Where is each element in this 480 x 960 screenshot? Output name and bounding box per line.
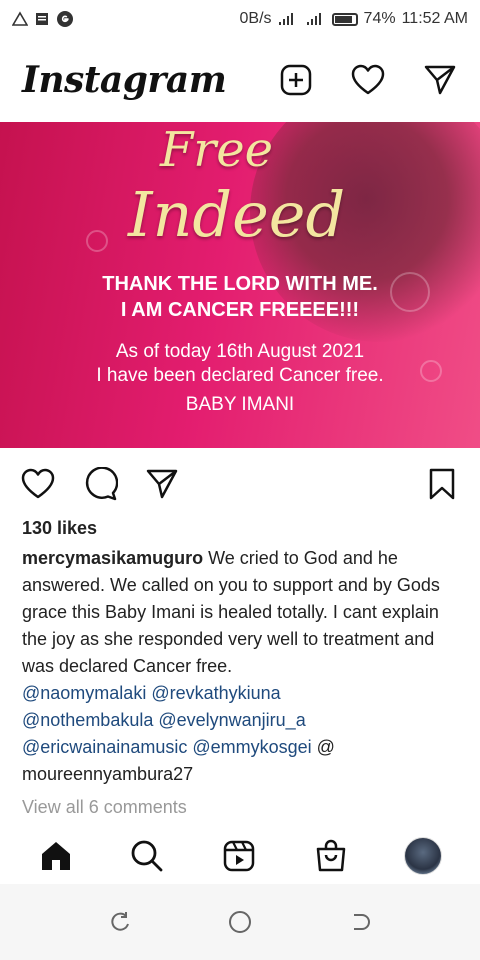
signal-icon-2 xyxy=(306,12,326,26)
clock: 11:52 AM xyxy=(401,10,468,27)
post-title-free: Free xyxy=(160,122,274,178)
view-all-comments-link[interactable]: View all 6 comments xyxy=(22,797,187,818)
mentions-line3-tail: @ xyxy=(311,737,335,757)
comment-icon[interactable] xyxy=(82,466,118,502)
post-thanks-line2: I AM CANCER FREEEE!!! xyxy=(120,299,360,321)
bottom-tab-bar xyxy=(0,828,480,884)
net-speed: 0B/s xyxy=(239,10,272,27)
like-heart-icon[interactable] xyxy=(20,466,56,502)
add-post-icon[interactable] xyxy=(278,62,314,98)
google-icon xyxy=(56,10,74,28)
profile-avatar[interactable] xyxy=(404,837,443,875)
home-icon[interactable] xyxy=(38,838,74,874)
bokeh-circle xyxy=(86,230,108,252)
shop-icon[interactable] xyxy=(313,838,349,874)
heart-icon[interactable] xyxy=(350,62,386,98)
reels-icon[interactable] xyxy=(221,838,257,874)
status-right-icons: 0B/s 74% 11:52 AM xyxy=(240,10,468,28)
post-caption: mercymasikamuguro We cried to God and he… xyxy=(22,545,462,788)
post-declared-line: I have been declared Cancer free. xyxy=(96,365,384,386)
mentions-line3[interactable]: @ericwainainamusic @emmykosgei xyxy=(22,737,312,757)
mentions-line4[interactable]: moureennyambura27 xyxy=(22,764,193,784)
app-header: Instagram xyxy=(0,44,480,116)
bookmark-icon[interactable] xyxy=(424,466,460,502)
recents-icon[interactable] xyxy=(102,904,138,940)
post-thanks-line1: THANK THE LORD WITH ME. xyxy=(102,273,378,295)
alert-icon xyxy=(12,11,28,27)
instagram-logo[interactable]: Instagram xyxy=(22,59,227,101)
post-date-line: As of today 16th August 2021 xyxy=(115,341,365,362)
home-circle-icon[interactable] xyxy=(222,904,258,940)
mentions-line2[interactable]: @nothembakula @evelynwanjiru_a xyxy=(22,710,306,730)
mentions-line1[interactable]: @naomymalaki @revkathykiuna xyxy=(22,683,281,703)
back-icon[interactable] xyxy=(342,904,378,940)
header-actions xyxy=(278,62,458,98)
post-actions-left xyxy=(20,466,180,502)
post-actions-right xyxy=(424,466,460,502)
caption-username[interactable]: mercymasikamuguro xyxy=(22,548,203,568)
direct-message-icon[interactable] xyxy=(422,62,458,98)
signal-icon xyxy=(278,12,300,26)
likes-count[interactable]: 130 likes xyxy=(22,518,97,539)
battery-percent: 74% xyxy=(363,10,396,27)
share-icon[interactable] xyxy=(144,466,180,502)
status-left-icons xyxy=(12,10,74,28)
post-title-indeed: Indeed xyxy=(128,178,346,251)
post-name-line: BABY IMANI xyxy=(185,394,295,415)
status-bar: 0B/s 74% 11:52 AM xyxy=(0,0,480,38)
post-actions xyxy=(0,462,480,506)
system-nav-bar xyxy=(0,884,480,960)
notification-icon xyxy=(34,11,50,27)
battery-icon xyxy=(331,12,358,26)
search-icon[interactable] xyxy=(129,838,165,874)
post-image[interactable]: Free Indeed THANK THE LORD WITH ME. I AM… xyxy=(0,122,480,448)
